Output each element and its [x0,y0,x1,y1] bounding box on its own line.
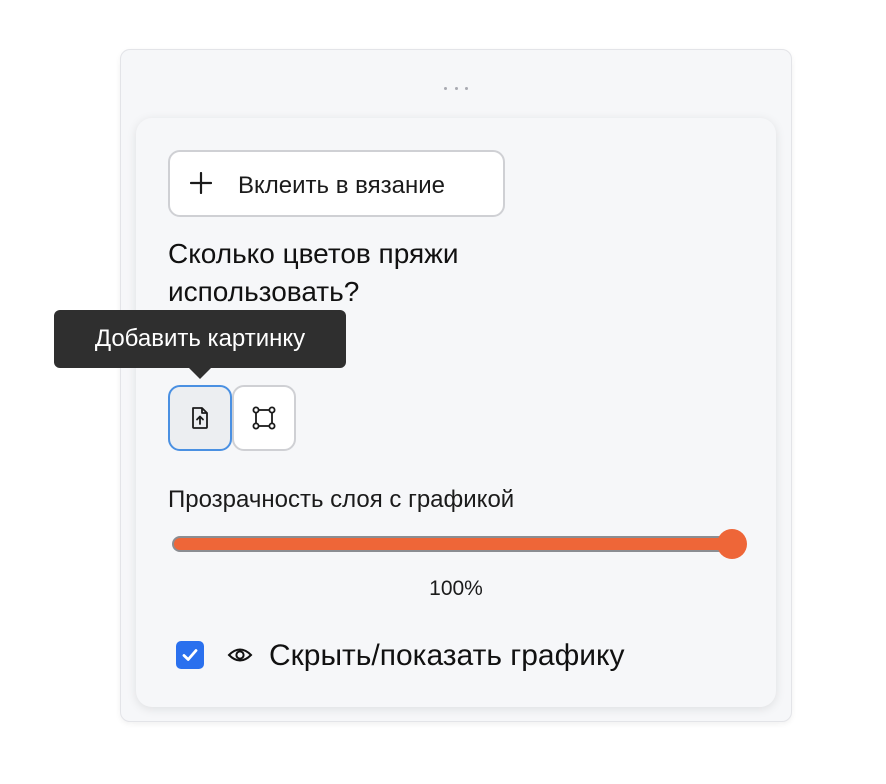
drag-dot [454,86,458,90]
eye-icon [227,648,253,662]
drag-dot [444,86,447,90]
opacity-value: 100% [429,577,483,600]
visibility-toggle-label[interactable]: Скрыть/показать графику [269,637,625,675]
opacity-slider-thumb[interactable] [717,529,747,559]
checkmark-icon [182,649,198,661]
add-image-button[interactable] [168,385,232,451]
paste-button-label: Вклеить в вязание [238,172,445,199]
drag-handle[interactable] [444,84,468,92]
paste-into-knitting-button[interactable]: Вклеить в вязание [168,150,505,217]
drag-dot [465,86,468,90]
select-area-button[interactable] [232,385,296,451]
opacity-label: Прозрачность слоя с графикой [168,486,515,513]
tooltip: Добавить картинку [54,310,346,368]
tooltip-arrow [189,368,211,379]
visibility-checkbox[interactable] [176,641,204,669]
opacity-slider[interactable] [172,536,734,552]
bounding-box-icon [252,406,276,430]
file-upload-icon [192,407,208,429]
yarn-colors-question: Сколько цветов пряжи использовать? [168,238,459,307]
plus-icon [190,172,212,194]
opacity-slider-fill [174,538,732,550]
